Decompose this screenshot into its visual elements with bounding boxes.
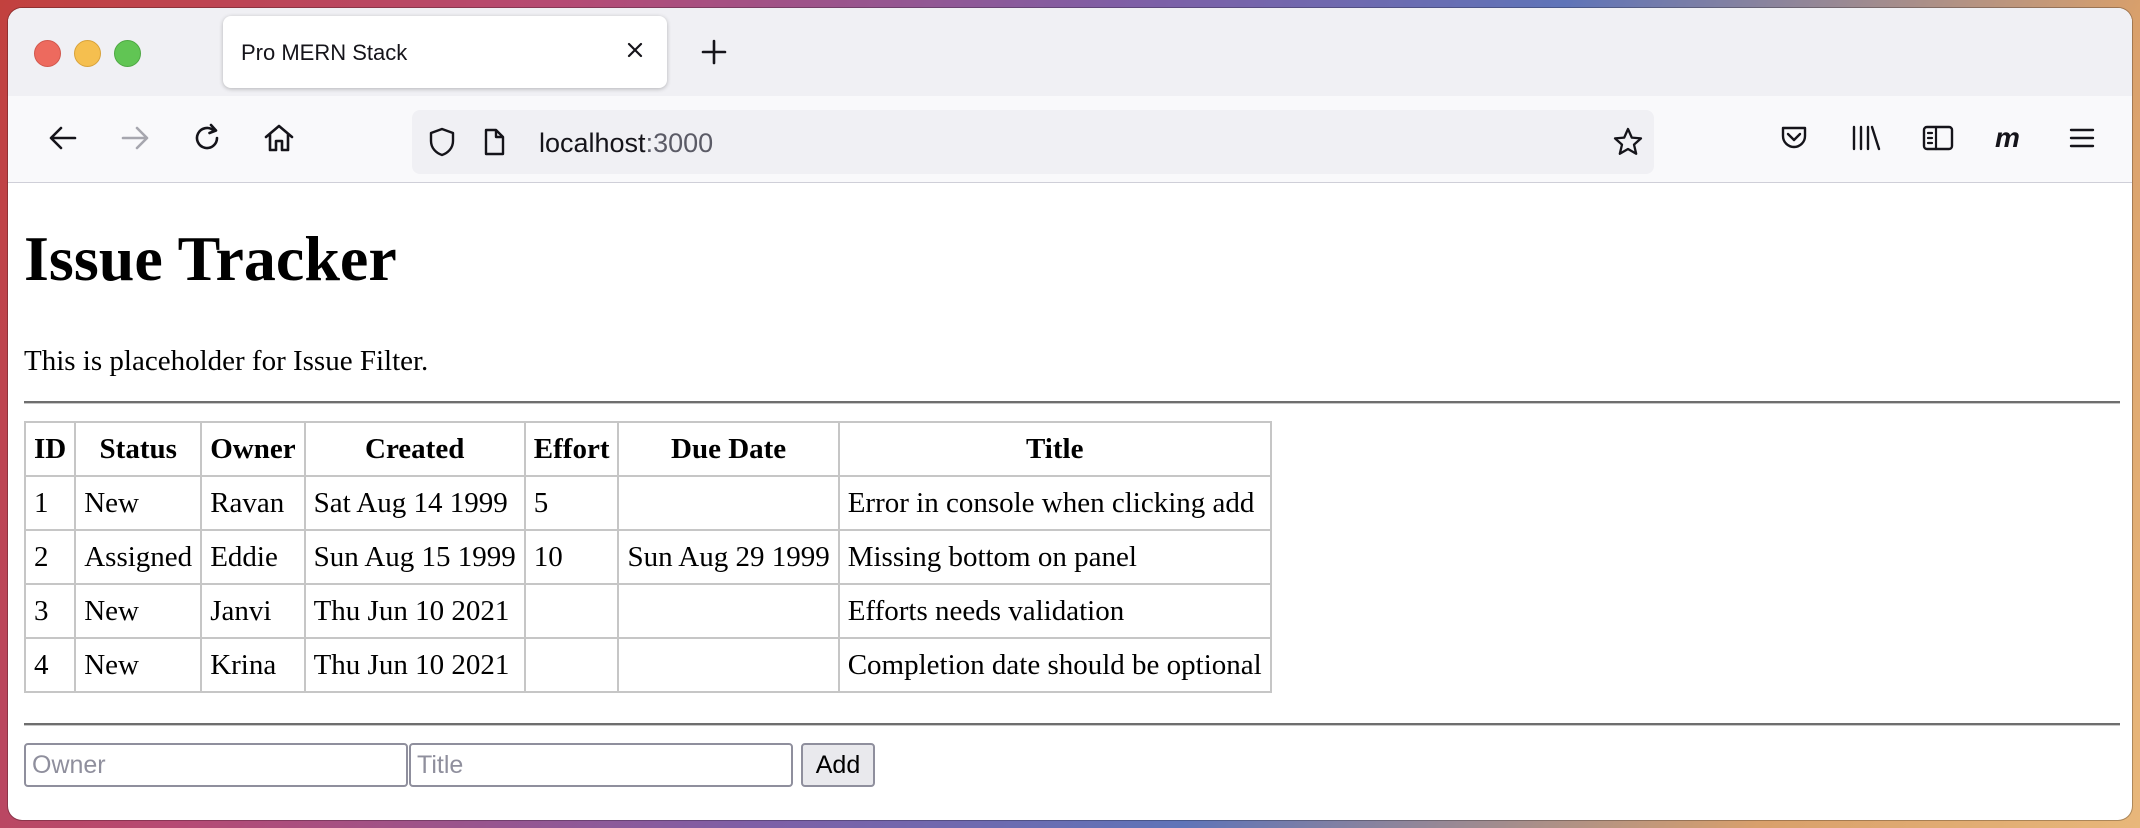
cell-effort: 10 — [523, 529, 620, 585]
page-title: Issue Tracker — [24, 223, 397, 294]
reload-icon[interactable] — [187, 118, 227, 158]
cell-status: New — [74, 583, 203, 639]
column-header-created: Created — [303, 421, 526, 477]
cell-id: 2 — [23, 529, 77, 585]
plus-icon[interactable] — [694, 32, 734, 72]
home-icon[interactable] — [259, 118, 299, 158]
pocket-icon[interactable] — [1774, 118, 1814, 158]
cell-title: Efforts needs validation — [837, 583, 1272, 639]
cell-created: Sat Aug 14 1999 — [303, 475, 526, 531]
close-window-button[interactable] — [34, 40, 61, 67]
table-row: 2 Assigned Eddie Sun Aug 15 1999 10 Sun … — [23, 529, 1272, 585]
column-header-effort: Effort — [523, 421, 620, 477]
cell-owner: Eddie — [200, 529, 306, 585]
url-port: :3000 — [645, 128, 714, 158]
divider-bottom — [24, 723, 2120, 726]
star-icon[interactable] — [1608, 122, 1648, 162]
cell-effort — [523, 583, 620, 639]
cell-title: Error in console when clicking add — [837, 475, 1272, 531]
extension-m-icon[interactable]: m — [1990, 118, 2030, 158]
table-row: 1 New Ravan Sat Aug 14 1999 5 Error in c… — [23, 475, 1272, 531]
column-header-title: Title — [837, 421, 1272, 477]
shield-icon[interactable] — [422, 122, 462, 162]
add-button[interactable]: Add — [801, 743, 875, 787]
cell-due-date — [617, 637, 840, 693]
table-row: 3 New Janvi Thu Jun 10 2021 Efforts need… — [23, 583, 1272, 639]
column-header-status: Status — [74, 421, 203, 477]
page-icon[interactable] — [474, 122, 514, 162]
column-header-owner: Owner — [200, 421, 306, 477]
cell-id: 3 — [23, 583, 77, 639]
cell-effort — [523, 637, 620, 693]
cell-title: Missing bottom on panel — [837, 529, 1272, 585]
sidebar-icon[interactable] — [1918, 118, 1958, 158]
cell-status: New — [74, 475, 203, 531]
column-header-due-date: Due Date — [617, 421, 840, 477]
tab-strip: Pro MERN Stack — [8, 8, 2132, 96]
table-header-row: ID Status Owner Created Effort Due Date … — [23, 421, 1272, 477]
browser-window: Pro MERN Stack localhost:3000 m Issue Tr… — [8, 8, 2132, 820]
column-header-id: ID — [23, 421, 77, 477]
issue-table: ID Status Owner Created Effort Due Date … — [23, 421, 1272, 693]
address-bar[interactable]: localhost:3000 — [412, 110, 1654, 174]
navigation-toolbar: localhost:3000 m — [8, 96, 2132, 183]
cell-created: Thu Jun 10 2021 — [303, 583, 526, 639]
cell-created: Sun Aug 15 1999 — [303, 529, 526, 585]
tab-pro-mern-stack[interactable]: Pro MERN Stack — [223, 16, 667, 88]
cell-id: 4 — [23, 637, 77, 693]
owner-input[interactable] — [24, 743, 408, 787]
cell-effort: 5 — [523, 475, 620, 531]
cell-created: Thu Jun 10 2021 — [303, 637, 526, 693]
issue-filter-placeholder: This is placeholder for Issue Filter. — [24, 345, 429, 377]
tab-title: Pro MERN Stack — [241, 40, 408, 65]
library-icon[interactable] — [1846, 118, 1886, 158]
cell-title: Completion date should be optional — [837, 637, 1272, 693]
cell-status: Assigned — [74, 529, 203, 585]
cell-status: New — [74, 637, 203, 693]
menu-icon[interactable] — [2062, 118, 2102, 158]
cell-due-date — [617, 583, 840, 639]
cell-owner: Janvi — [200, 583, 306, 639]
divider-top — [24, 401, 2120, 404]
title-input[interactable] — [409, 743, 793, 787]
cell-due-date — [617, 475, 840, 531]
url-text[interactable]: localhost:3000 — [539, 128, 713, 159]
minimize-window-button[interactable] — [74, 40, 101, 67]
cell-owner: Krina — [200, 637, 306, 693]
page-content: Issue Tracker This is placeholder for Is… — [8, 183, 2132, 820]
cell-id: 1 — [23, 475, 77, 531]
maximize-window-button[interactable] — [114, 40, 141, 67]
back-icon[interactable] — [43, 118, 83, 158]
cell-owner: Ravan — [200, 475, 306, 531]
close-icon[interactable] — [621, 36, 649, 64]
cell-due-date: Sun Aug 29 1999 — [617, 529, 840, 585]
table-row: 4 New Krina Thu Jun 10 2021 Completion d… — [23, 637, 1272, 693]
svg-text:m: m — [1995, 122, 2020, 153]
url-host: localhost — [539, 128, 646, 158]
forward-icon — [115, 118, 155, 158]
